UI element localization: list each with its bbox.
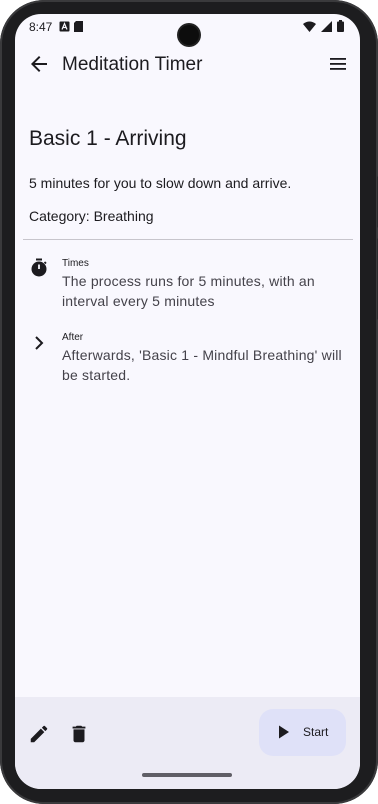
edit-icon[interactable] bbox=[28, 723, 50, 745]
start-label: Start bbox=[303, 725, 329, 739]
signal-icon bbox=[321, 20, 332, 32]
session-title: Basic 1 - Arriving bbox=[29, 127, 187, 150]
screen: 8:47 Meditation Timer Basic 1 - Arriving… bbox=[15, 14, 360, 789]
battery-icon bbox=[337, 20, 344, 32]
phone-frame: 8:47 Meditation Timer Basic 1 - Arriving… bbox=[0, 0, 378, 804]
session-category: Category: Breathing bbox=[29, 208, 154, 224]
times-text: The process runs for 5 minutes, with an … bbox=[62, 273, 315, 309]
sim-card-icon bbox=[74, 21, 83, 32]
after-label: After bbox=[62, 332, 84, 343]
times-label: Times bbox=[62, 258, 89, 269]
play-icon bbox=[279, 725, 289, 739]
status-icons-right bbox=[303, 20, 344, 32]
app-title: Meditation Timer bbox=[62, 54, 203, 75]
after-text: Afterwards, 'Basic 1 - Mindful Breathing… bbox=[62, 347, 342, 383]
status-bar: 8:47 bbox=[15, 14, 360, 45]
arrow-back-icon[interactable] bbox=[27, 52, 51, 76]
home-indicator[interactable] bbox=[142, 773, 232, 777]
bottom-app-bar: Start bbox=[15, 697, 360, 789]
chevron-right-icon[interactable] bbox=[29, 333, 49, 353]
status-time: 8:47 bbox=[29, 20, 53, 34]
front-camera bbox=[179, 25, 199, 45]
top-app-bar: Meditation Timer bbox=[15, 50, 360, 82]
wifi-icon bbox=[303, 21, 316, 32]
menu-icon[interactable] bbox=[328, 54, 348, 74]
session-description: 5 minutes for you to slow down and arriv… bbox=[29, 175, 292, 191]
a-notification-icon bbox=[59, 21, 70, 32]
status-icons-left bbox=[59, 21, 83, 32]
divider bbox=[23, 239, 353, 240]
timer-icon bbox=[31, 258, 47, 277]
start-button[interactable]: Start bbox=[259, 709, 346, 756]
delete-icon[interactable] bbox=[68, 723, 90, 745]
